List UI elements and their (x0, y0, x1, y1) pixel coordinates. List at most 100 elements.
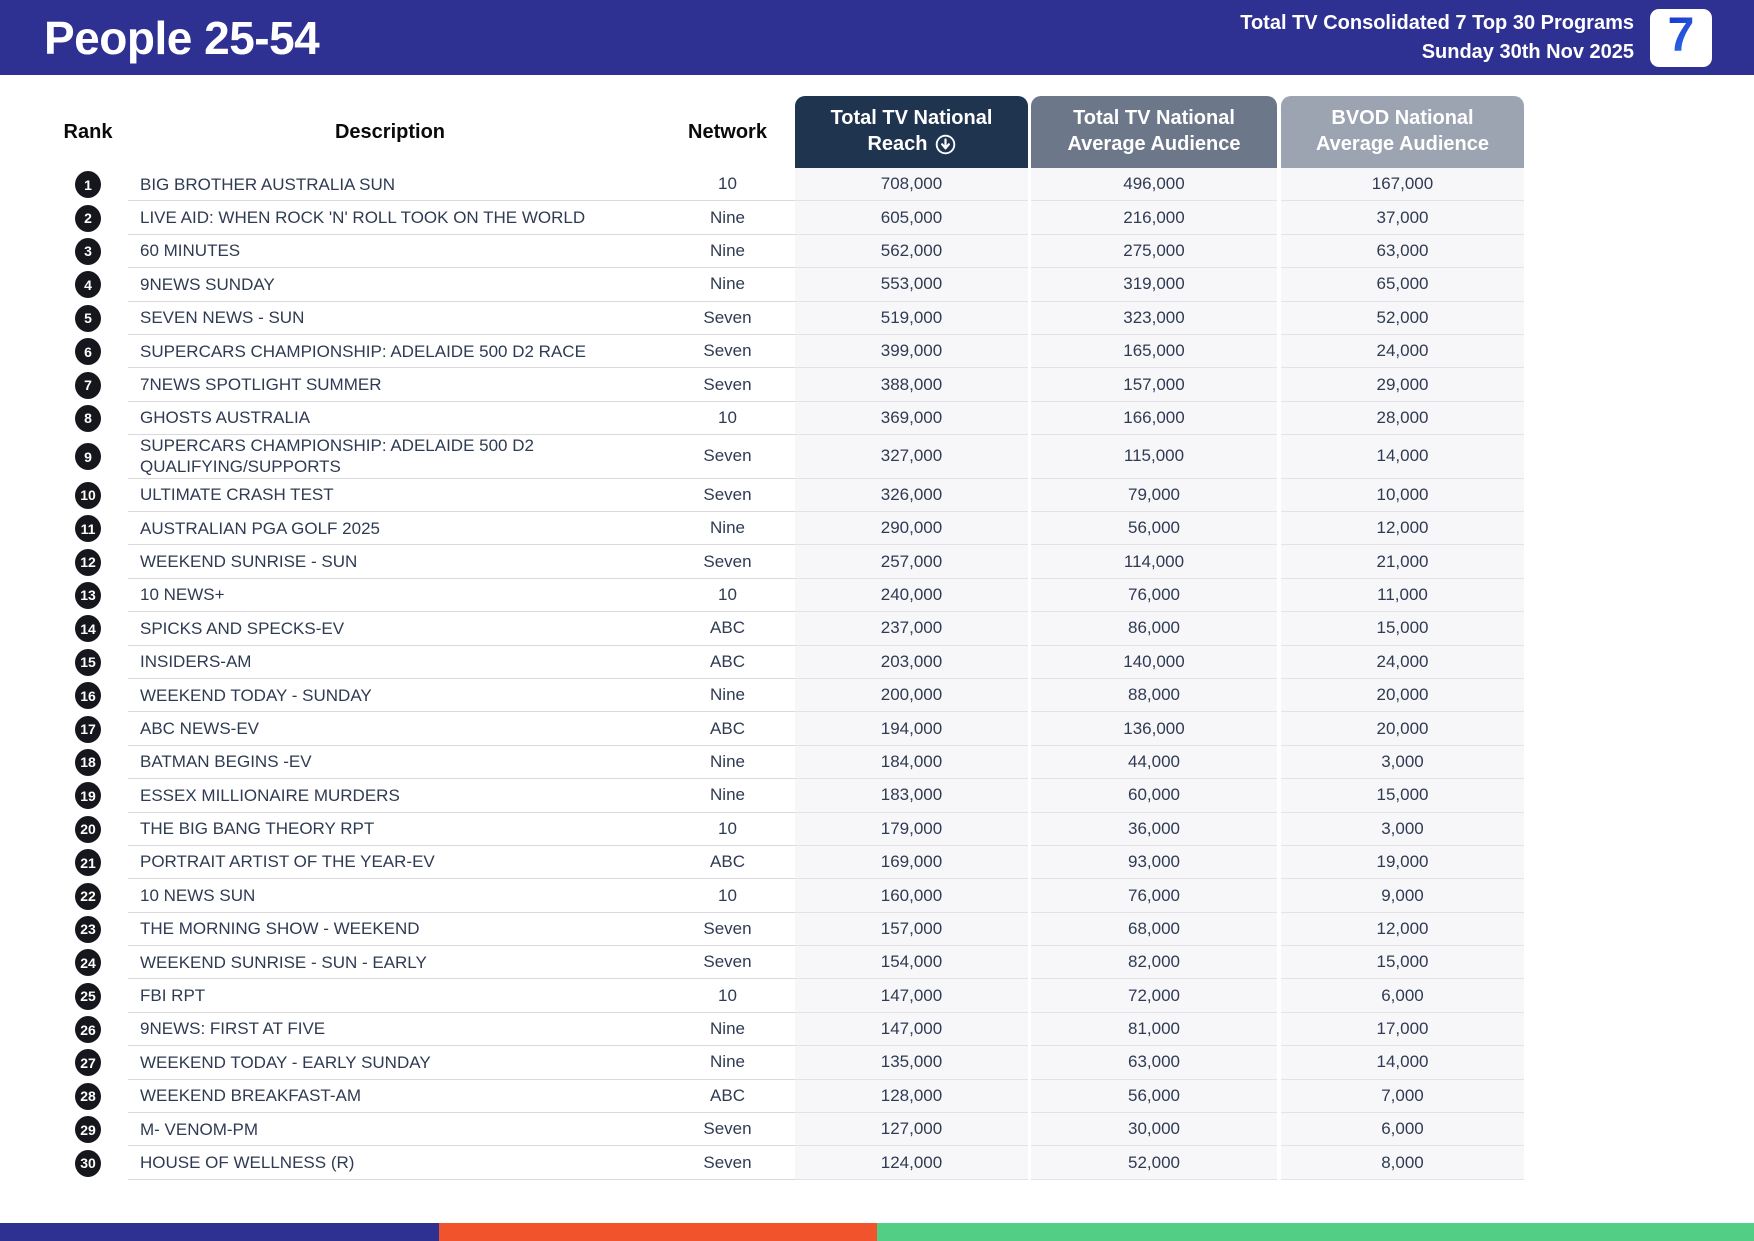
program-description: THE BIG BANG THEORY RPT (128, 813, 660, 846)
rank-badge: 3 (75, 237, 101, 265)
network-cell: 10 (660, 168, 795, 202)
avg-audience-cell: 79,000 (1031, 478, 1277, 513)
avg-audience-cell: 76,000 (1031, 879, 1277, 913)
column-header-total-tv-reach[interactable]: Total TV National Reach (795, 96, 1028, 168)
reach-cell: 519,000 (795, 301, 1028, 335)
rank-badge: 11 (75, 515, 101, 543)
footer-accent-bar (0, 1223, 1754, 1241)
avg-audience-cell: 114,000 (1031, 545, 1277, 579)
program-description: SUPERCARS CHAMPIONSHIP: ADELAIDE 500 D2 … (128, 335, 660, 369)
program-description: HOUSE OF WELLNESS (R) (128, 1146, 660, 1180)
rank-badge: 17 (75, 715, 101, 743)
column-header-bvod-avg-audience: BVOD National Average Audience (1281, 96, 1524, 168)
network-cell: Seven (660, 335, 795, 369)
seven-network-logo: 7 (1650, 8, 1712, 67)
network-cell: Nine (660, 1046, 795, 1080)
bvod-cell: 65,000 (1281, 268, 1524, 302)
avg-audience-cell: 76,000 (1031, 578, 1277, 613)
reach-cell: 179,000 (795, 812, 1028, 846)
rank-cell: 1 (48, 168, 128, 201)
rank-badge: 21 (75, 849, 101, 877)
reach-header-line1: Total TV National (830, 107, 993, 130)
program-description: SEVEN NEWS - SUN (128, 302, 660, 335)
rank-cell: 25 (48, 979, 128, 1012)
table-body: 1 BIG BROTHER AUSTRALIA SUN 10 708,000 4… (48, 168, 1524, 1180)
network-cell: Seven (660, 368, 795, 402)
table-row: 28 WEEKEND BREAKFAST-AM ABC 128,000 56,0… (48, 1079, 1524, 1114)
reach-cell: 399,000 (795, 334, 1028, 369)
reach-cell: 169,000 (795, 845, 1028, 880)
network-cell: Seven (660, 1113, 795, 1147)
avg-audience-cell: 216,000 (1031, 201, 1277, 235)
bvod-cell: 6,000 (1281, 1113, 1524, 1147)
rank-badge: 16 (75, 682, 101, 710)
avg-audience-cell: 319,000 (1031, 268, 1277, 302)
table-row: 21 PORTRAIT ARTIST OF THE YEAR-EV ABC 16… (48, 845, 1524, 880)
column-header-description: Description (334, 120, 446, 143)
rank-cell: 7 (48, 368, 128, 401)
reach-cell: 160,000 (795, 879, 1028, 913)
rank-cell: 16 (48, 679, 128, 712)
rank-badge: 2 (75, 204, 101, 232)
rank-cell: 14 (48, 612, 128, 645)
network-cell: Seven (660, 545, 795, 579)
bvod-cell: 167,000 (1281, 168, 1524, 202)
program-description: SUPERCARS CHAMPIONSHIP: ADELAIDE 500 D2 … (128, 435, 660, 479)
bvod-cell: 20,000 (1281, 712, 1524, 746)
reach-cell: 369,000 (795, 401, 1028, 436)
avg-audience-cell: 136,000 (1031, 712, 1277, 746)
table-row: 1 BIG BROTHER AUSTRALIA SUN 10 708,000 4… (48, 168, 1524, 202)
table-row: 20 THE BIG BANG THEORY RPT 10 179,000 36… (48, 812, 1524, 846)
table-row: 16 WEEKEND TODAY - SUNDAY Nine 200,000 8… (48, 678, 1524, 713)
network-cell: Nine (660, 235, 795, 269)
column-header-total-tv-avg-audience: Total TV National Average Audience (1031, 96, 1277, 168)
rank-cell: 4 (48, 268, 128, 301)
program-description: ESSEX MILLIONAIRE MURDERS (128, 779, 660, 813)
network-cell: 10 (660, 402, 795, 436)
rank-cell: 8 (48, 402, 128, 435)
table-row: 15 INSIDERS-AM ABC 203,000 140,000 24,00… (48, 645, 1524, 679)
reach-cell: 388,000 (795, 368, 1028, 402)
bvod-cell: 3,000 (1281, 812, 1524, 846)
top30-table: Rank Description Network Total TV Nation… (48, 96, 1524, 1180)
rank-badge: 28 (75, 1082, 101, 1110)
reach-cell: 127,000 (795, 1113, 1028, 1147)
bvod-cell: 52,000 (1281, 301, 1524, 335)
bvod-cell: 10,000 (1281, 478, 1524, 513)
reach-cell: 183,000 (795, 779, 1028, 813)
avg-audience-cell: 115,000 (1031, 435, 1277, 479)
bvod-cell: 15,000 (1281, 779, 1524, 813)
bvod-cell: 24,000 (1281, 645, 1524, 679)
network-cell: ABC (660, 712, 795, 746)
rank-cell: 9 (48, 435, 128, 479)
table-row: 14 SPICKS AND SPECKS-EV ABC 237,000 86,0… (48, 612, 1524, 646)
program-description: LIVE AID: WHEN ROCK 'N' ROLL TOOK ON THE… (128, 201, 660, 235)
program-description: 9NEWS: FIRST AT FIVE (128, 1013, 660, 1047)
avg-audience-cell: 323,000 (1031, 301, 1277, 335)
network-cell: ABC (660, 846, 795, 880)
avg-audience-cell: 82,000 (1031, 946, 1277, 980)
bvod-cell: 63,000 (1281, 234, 1524, 269)
table-row: 6 SUPERCARS CHAMPIONSHIP: ADELAIDE 500 D… (48, 334, 1524, 369)
rank-cell: 29 (48, 1113, 128, 1146)
bvod-cell: 11,000 (1281, 578, 1524, 613)
avg-audience-cell: 60,000 (1031, 779, 1277, 813)
program-description: 10 NEWS SUN (128, 879, 660, 913)
network-cell: Seven (660, 302, 795, 335)
table-row: 4 9NEWS SUNDAY Nine 553,000 319,000 65,0… (48, 268, 1524, 302)
rank-cell: 13 (48, 579, 128, 612)
network-cell: Nine (660, 779, 795, 813)
network-cell: Seven (660, 946, 795, 980)
rank-badge: 10 (75, 481, 101, 509)
program-description: BIG BROTHER AUSTRALIA SUN (128, 168, 660, 202)
table-row: 25 FBI RPT 10 147,000 72,000 6,000 (48, 979, 1524, 1013)
rank-badge: 14 (75, 615, 101, 643)
rank-badge: 18 (75, 748, 101, 776)
avg-audience-cell: 81,000 (1031, 1012, 1277, 1047)
network-cell: ABC (660, 1080, 795, 1114)
avg-audience-cell: 63,000 (1031, 1046, 1277, 1080)
network-cell: 10 (660, 579, 795, 613)
program-description: THE MORNING SHOW - WEEKEND (128, 913, 660, 947)
rank-cell: 2 (48, 201, 128, 234)
avg-audience-cell: 36,000 (1031, 812, 1277, 846)
